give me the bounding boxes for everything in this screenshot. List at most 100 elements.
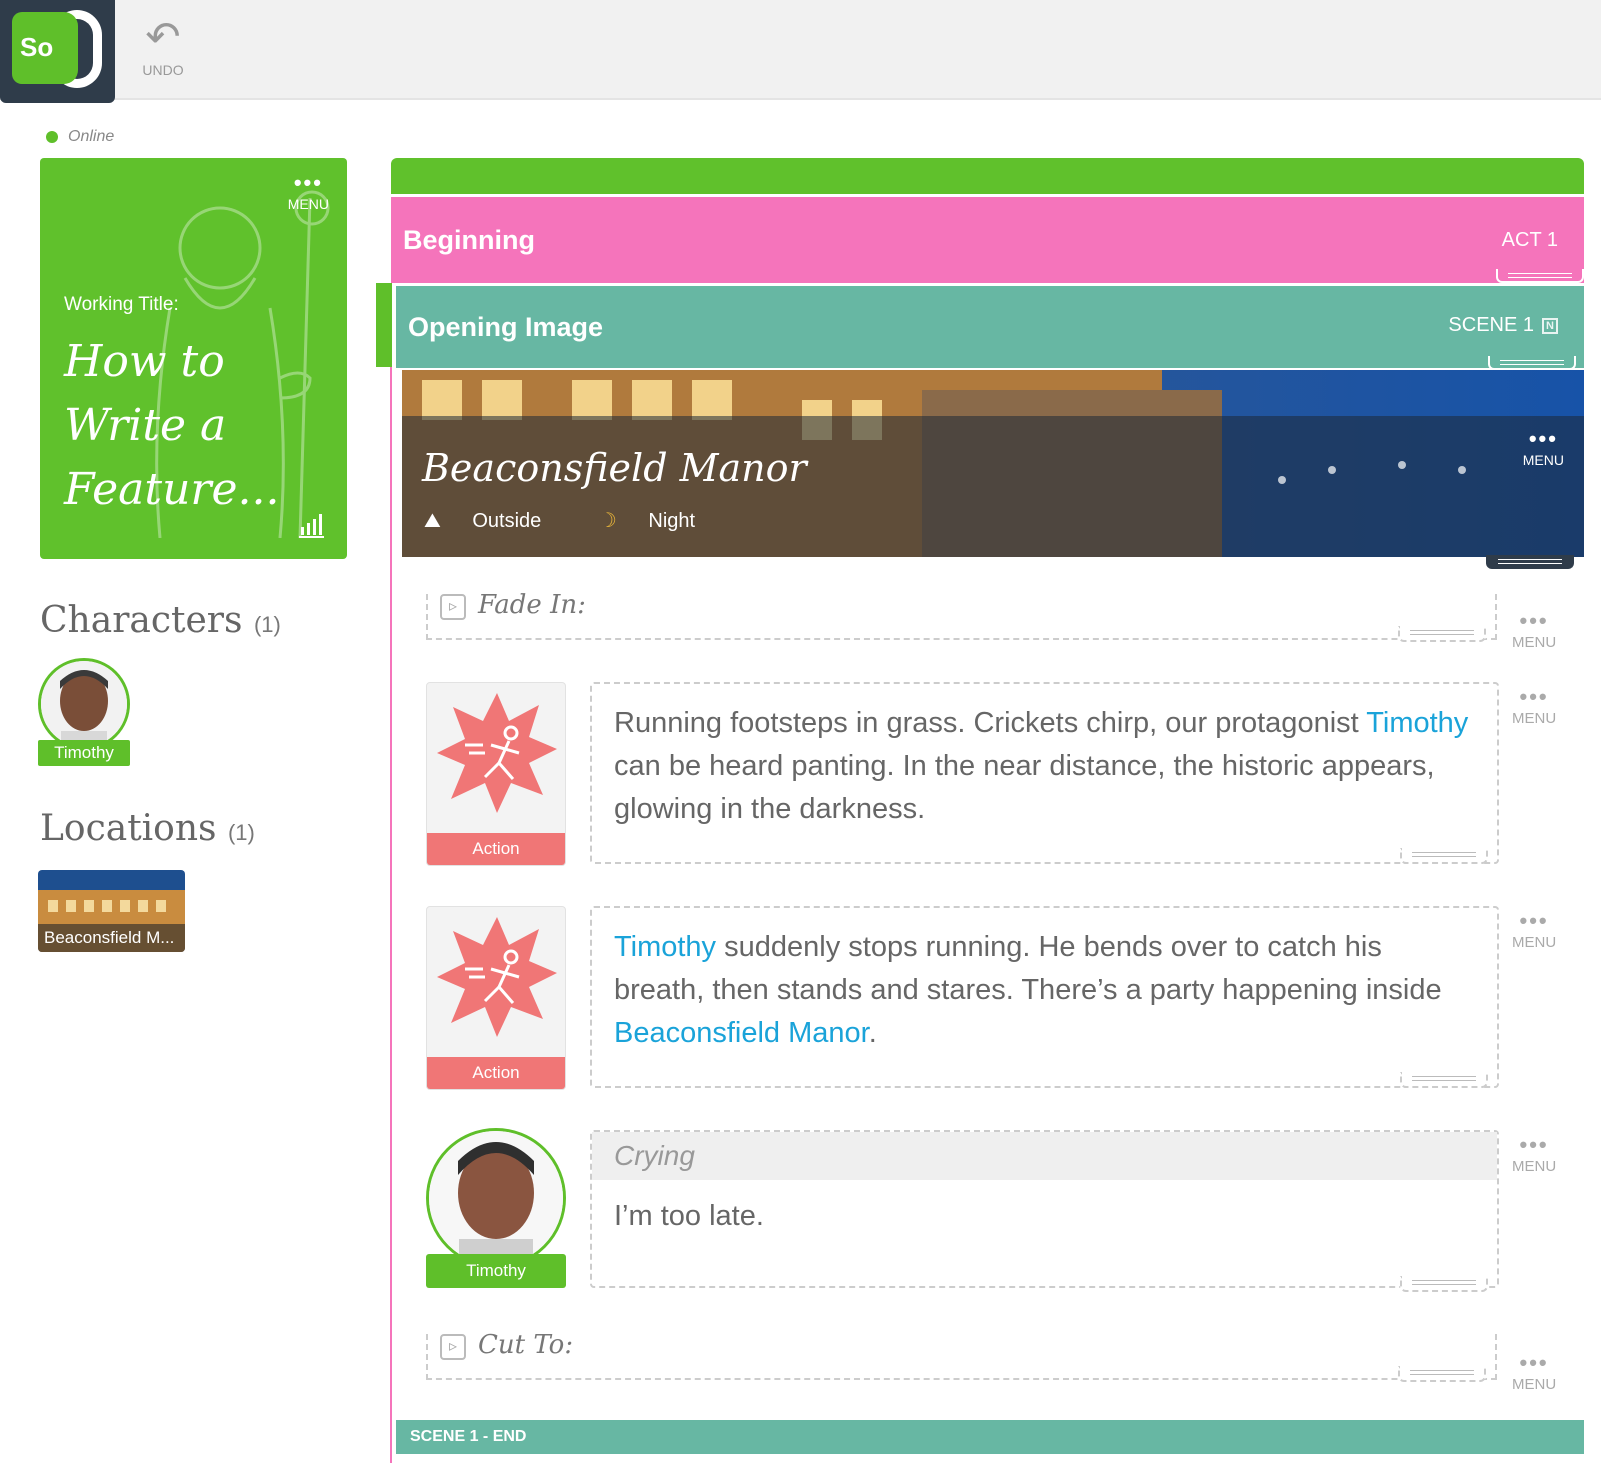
stats-bar-icon[interactable] (297, 511, 325, 539)
dialogue-line[interactable]: I’m too late. (592, 1180, 1497, 1253)
locations-heading: Locations (1) (40, 808, 255, 849)
more-dots-icon: ••• (1519, 1132, 1549, 1157)
menu-label: MENU (1512, 1376, 1557, 1393)
scene-header[interactable]: Opening Image SCENE 1 N (396, 286, 1584, 370)
location-banner[interactable]: Beaconsfield Manor ⛰ Outside ☽ Night •••… (402, 370, 1584, 557)
action-burst-icon (437, 693, 557, 813)
beat-drag-handle[interactable] (1400, 848, 1488, 864)
locations-heading-label: Locations (40, 808, 217, 849)
setting-label: Outside (472, 510, 542, 532)
scene-label-wrap: SCENE 1 N (1448, 314, 1558, 337)
scene-tab-marker (376, 283, 392, 367)
time-label: Night (648, 510, 696, 532)
outside-icon: ⛰ (424, 510, 441, 532)
more-dots-icon: ••• (1528, 426, 1558, 451)
menu-label: MENU (1522, 452, 1564, 468)
character-mention-link[interactable]: Timothy (1366, 707, 1468, 739)
action-text-box[interactable]: Timothy suddenly stops running. He bends… (590, 906, 1499, 1088)
beat-drag-handle[interactable] (1398, 1366, 1486, 1382)
beat-menu-button[interactable]: ••• MENU (1512, 608, 1557, 652)
characters-count: (1) (253, 612, 281, 637)
dialogue-character-name: Timothy (426, 1254, 566, 1288)
more-dots-icon: ••• (1519, 908, 1549, 933)
beat-menu-button[interactable]: ••• MENU (1512, 1352, 1557, 1394)
dialogue-character-card[interactable]: Timothy (426, 1128, 566, 1290)
act-drag-handle[interactable] (1496, 269, 1584, 283)
story-top-bar (391, 158, 1584, 194)
action-text-segment: Running footsteps in grass. Crickets chi… (614, 707, 1367, 739)
transition-text[interactable]: Cut To: (478, 1330, 573, 1360)
scene-drag-handle[interactable] (1488, 356, 1576, 370)
logo-text: So (20, 32, 54, 62)
beat-menu-button[interactable]: ••• MENU (1512, 1132, 1557, 1176)
action-burst-icon (437, 917, 557, 1037)
title-card-menu-button[interactable]: ••• MENU (287, 170, 329, 213)
working-title[interactable]: How to Write a Feature... (64, 330, 324, 522)
act-header[interactable]: Beginning ACT 1 (391, 197, 1584, 283)
scene-label: SCENE 1 (1448, 314, 1534, 336)
characters-heading: Characters (1) (40, 600, 281, 641)
setting-tag[interactable]: ⛰ Outside (424, 510, 567, 532)
beat-drag-handle[interactable] (1398, 626, 1486, 642)
parenthetical[interactable]: Crying (592, 1132, 1497, 1180)
character-face-icon (41, 661, 127, 747)
working-title-label: Working Title: (64, 294, 179, 315)
action-card-label: Action (427, 1057, 565, 1089)
title-card[interactable]: ••• MENU Working Title: How to Write a F… (40, 158, 347, 559)
beat-drag-handle[interactable] (1400, 1276, 1488, 1292)
top-toolbar: So ↶ UNDO (0, 0, 1601, 103)
character-tile[interactable]: Timothy (38, 658, 130, 776)
online-dot-icon (46, 130, 58, 143)
transition-icon: ▹ (440, 1334, 466, 1360)
dialogue-avatar (426, 1128, 566, 1268)
undo-label: UNDO (142, 62, 184, 78)
action-card[interactable]: Action (426, 682, 566, 866)
menu-label: MENU (1512, 634, 1557, 651)
location-banner-meta: ⛰ Outside ☽ Night (424, 508, 747, 533)
dialogue-box[interactable]: Crying I’m too late. (590, 1130, 1499, 1292)
location-banner-menu-button[interactable]: ••• MENU (1522, 426, 1564, 469)
location-mention-link[interactable]: Beaconsfield Manor (614, 1017, 869, 1049)
beat-menu-button[interactable]: ••• MENU (1512, 908, 1557, 952)
app-logo[interactable]: So (0, 0, 115, 103)
undo-arrow-icon: ↶ (145, 13, 181, 60)
menu-label: MENU (1512, 934, 1557, 951)
note-icon[interactable]: N (1542, 317, 1558, 334)
action-card[interactable]: Action (426, 906, 566, 1090)
more-dots-icon: ••• (1519, 684, 1549, 709)
menu-label: MENU (1512, 710, 1557, 727)
transition-beat[interactable]: ▹ Cut To: (426, 1330, 1497, 1382)
more-dots-icon: ••• (293, 170, 323, 195)
scene-title[interactable]: Opening Image (408, 312, 603, 343)
location-banner-name[interactable]: Beaconsfield Manor (422, 446, 807, 490)
action-text-box[interactable]: Running footsteps in grass. Crickets chi… (590, 682, 1499, 864)
moon-icon: ☽ (598, 510, 617, 532)
act-label: ACT 1 (1501, 229, 1558, 251)
beat-drag-handle[interactable] (1400, 1072, 1488, 1088)
more-dots-icon: ••• (1519, 608, 1549, 633)
transition-icon: ▹ (440, 594, 466, 620)
menu-label: MENU (1512, 1158, 1557, 1175)
character-avatar (38, 658, 130, 750)
action-card-label: Action (427, 833, 565, 865)
time-tag[interactable]: ☽ Night (599, 510, 721, 532)
action-text-segment: . (868, 1017, 877, 1049)
menu-label: MENU (287, 196, 329, 212)
undo-button[interactable]: ↶ UNDO (138, 13, 188, 79)
act-title[interactable]: Beginning (403, 225, 535, 256)
transition-beat[interactable]: ▹ Fade In: (426, 590, 1497, 642)
location-drag-handle[interactable] (1486, 555, 1574, 569)
characters-heading-label: Characters (40, 600, 243, 641)
action-text-segment: suddenly stops running. He bends over to… (614, 931, 1442, 1006)
locations-count: (1) (227, 820, 255, 845)
character-mention-link[interactable]: Timothy (614, 931, 716, 963)
transition-text[interactable]: Fade In: (478, 590, 586, 620)
act-guide-line (390, 283, 392, 1463)
location-tile[interactable]: Beaconsfield M... (38, 870, 185, 952)
beat-menu-button[interactable]: ••• MENU (1512, 684, 1557, 728)
scene-end-bar: SCENE 1 - END (396, 1420, 1584, 1454)
character-name: Timothy (38, 740, 130, 766)
online-status: Online (46, 128, 114, 146)
action-text-segment: can be heard panting. In the near distan… (614, 750, 1435, 825)
location-name: Beaconsfield M... (38, 924, 185, 952)
